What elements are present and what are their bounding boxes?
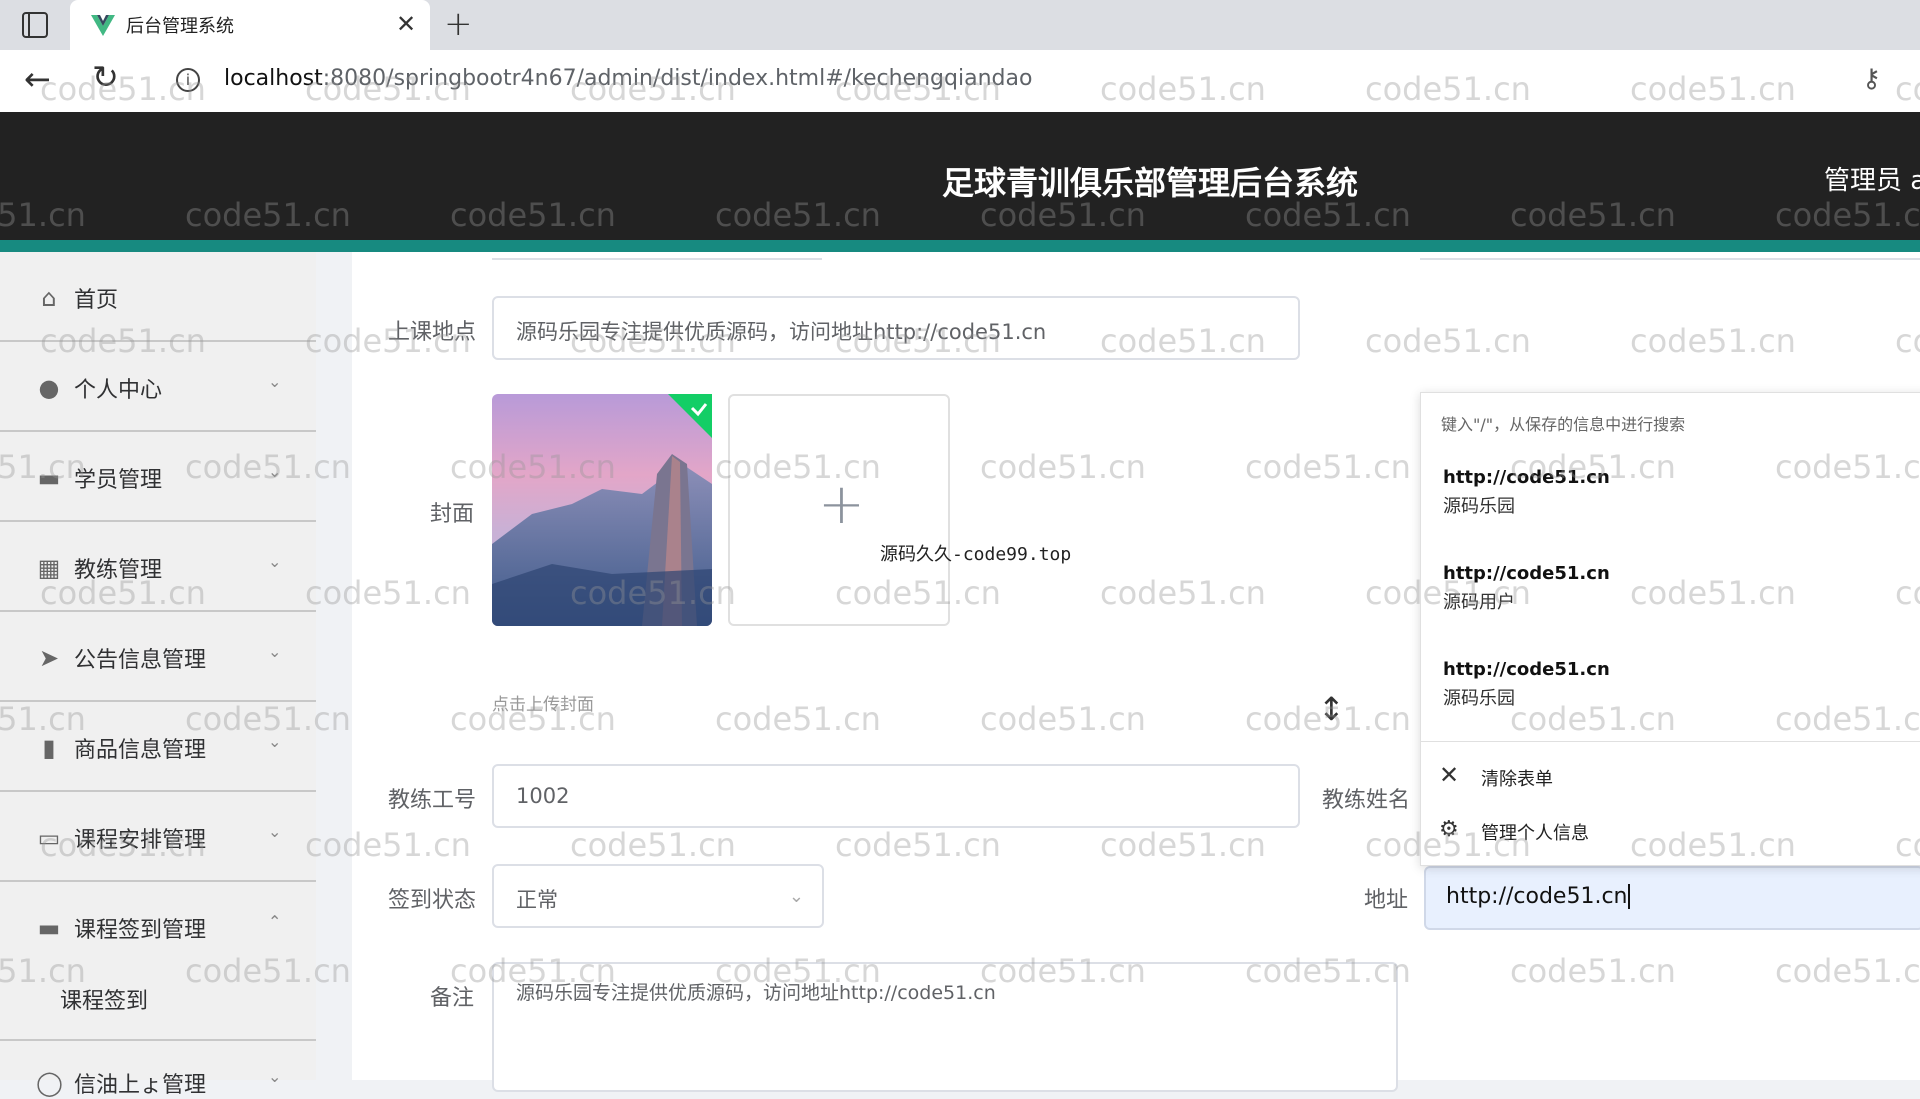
sidebar-item-announcements[interactable]: ➤ 公告信息管理 ⌄ xyxy=(0,612,316,702)
submenu-label: 课程签到 xyxy=(60,989,149,1014)
chevron-down-icon: ⌄ xyxy=(268,372,282,391)
sidebar-item-label: 课程安排管理 xyxy=(74,828,207,853)
sidebar-item-students[interactable]: ▬ 学员管理 ⌄ xyxy=(0,432,316,522)
clear-form-button[interactable]: 清除表单 xyxy=(1481,765,1553,791)
browser-tab[interactable]: 后台管理系统 ✕ xyxy=(70,0,430,50)
chevron-down-icon: ⌄ xyxy=(268,642,282,661)
back-icon[interactable]: ← xyxy=(24,60,51,98)
notes-label: 备注 xyxy=(430,986,475,1011)
status-select[interactable]: 正常 ⌄ xyxy=(492,864,824,928)
tab-actions-icon[interactable] xyxy=(22,12,48,38)
close-icon: ✕ xyxy=(1439,761,1460,789)
close-tab-icon[interactable]: ✕ xyxy=(396,10,416,38)
chevron-up-icon: ⌃ xyxy=(268,912,282,931)
url-path: :8080/springbootr4n67/admin/dist/index.h… xyxy=(322,66,1033,91)
chevron-down-icon: ⌄ xyxy=(268,732,282,751)
user-icon: ● xyxy=(38,374,60,402)
submenu-item-checkin[interactable]: 课程签到 xyxy=(0,955,316,1041)
input-edge xyxy=(1420,252,1920,260)
url-host: localhost xyxy=(224,66,323,91)
send-icon: ➤ xyxy=(38,644,60,672)
divider xyxy=(1421,741,1920,742)
chevron-down-icon: ⌄ xyxy=(788,886,804,907)
coach-id-label: 教练工号 xyxy=(388,788,477,813)
vue-favicon-icon xyxy=(91,15,115,36)
autofill-entry[interactable]: http://code51.cn 源码用户 xyxy=(1443,563,1610,614)
text-caret xyxy=(1628,884,1631,909)
plus-icon: + xyxy=(818,472,865,537)
browser-tab-bar: 后台管理系统 ✕ + xyxy=(0,0,1920,50)
sidebar-item-partial[interactable]: ◯ 信油上ょ管理 ⌄ xyxy=(0,1041,316,1098)
admin-user-label[interactable]: 管理员 al xyxy=(1824,160,1920,197)
sidebar-item-label: 首页 xyxy=(74,288,119,313)
sidebar-item-label: 公告信息管理 xyxy=(74,648,207,673)
chevron-down-icon: ⌄ xyxy=(268,462,282,481)
location-label: 上课地点 xyxy=(388,320,477,345)
address-bar: ← ↻ i localhost:8080/springbootr4n67/adm… xyxy=(0,50,1920,113)
autofill-entry-url: http://code51.cn xyxy=(1443,659,1610,680)
key-icon[interactable]: ⚷ xyxy=(1862,64,1881,94)
sidebar-item-label: 学员管理 xyxy=(74,468,163,493)
sidebar: ⌂ 首页 ● 个人中心 ⌄ ▬ 学员管理 ⌄ ▦ 教练管理 ⌄ ➤ 公告信息管理… xyxy=(0,252,316,1098)
autofill-hint: 键入"/"，从保存的信息中进行搜索 xyxy=(1441,415,1686,434)
sidebar-item-home[interactable]: ⌂ 首页 xyxy=(0,252,316,342)
autofill-entry[interactable]: http://code51.cn 源码乐园 xyxy=(1443,659,1610,710)
site-info-icon[interactable]: i xyxy=(176,68,200,92)
address-input[interactable]: http://code51.cn xyxy=(1424,866,1920,930)
bar-chart-icon: ▮ xyxy=(42,734,56,762)
sidebar-item-label: 商品信息管理 xyxy=(74,738,207,763)
chat-icon: ▬ xyxy=(37,464,61,492)
manage-profile-icon: ⚙ xyxy=(1439,817,1459,842)
sidebar-item-personal-center[interactable]: ● 个人中心 ⌄ xyxy=(0,342,316,432)
sidebar-item-label: 个人中心 xyxy=(74,378,163,403)
upload-button[interactable]: + xyxy=(728,394,950,626)
resize-cursor-icon: ↕ xyxy=(1318,690,1345,728)
url-field[interactable]: localhost:8080/springbootr4n67/admin/dis… xyxy=(224,66,1032,91)
reload-icon[interactable]: ↻ xyxy=(92,58,119,96)
new-tab-icon[interactable]: + xyxy=(444,4,473,44)
autofill-dropdown: 键入"/"，从保存的信息中进行搜索 http://code51.cn 源码乐园 … xyxy=(1420,392,1920,866)
sidebar-item-label: 教练管理 xyxy=(74,558,163,583)
location-input[interactable]: 源码乐园专注提供优质源码，访问地址http://code51.cn xyxy=(492,296,1300,360)
tab-title: 后台管理系统 xyxy=(126,16,234,37)
autofill-entry-url: http://code51.cn xyxy=(1443,467,1610,488)
chevron-down-icon: ⌄ xyxy=(268,552,282,571)
sidebar-item-products[interactable]: ▮ 商品信息管理 ⌄ xyxy=(0,702,316,792)
autofill-entry-url: http://code51.cn xyxy=(1443,563,1610,584)
overlay-text: 源码久久-code99.top xyxy=(880,544,1072,565)
input-edge xyxy=(492,252,822,260)
circle-icon: ◯ xyxy=(36,1069,63,1097)
manage-personal-info-button[interactable]: 管理个人信息 xyxy=(1481,819,1589,845)
status-value: 正常 xyxy=(516,888,558,912)
coach-name-label: 教练姓名 xyxy=(1322,788,1411,813)
notes-textarea[interactable]: 源码乐园专注提供优质源码，访问地址http://code51.cn xyxy=(492,962,1398,1092)
status-label: 签到状态 xyxy=(388,888,477,913)
sidebar-item-course-schedule[interactable]: ▭ 课程安排管理 ⌄ xyxy=(0,792,316,882)
coach-id-input[interactable]: 1002 xyxy=(492,764,1300,828)
autofill-entry-name: 源码用户 xyxy=(1443,592,1515,613)
ticket-icon: ▬ xyxy=(37,914,61,942)
sidebar-item-label: 信油上ょ管理 xyxy=(74,1073,207,1098)
autofill-entry-name: 源码乐园 xyxy=(1443,496,1515,517)
sidebar-item-coaches[interactable]: ▦ 教练管理 ⌄ xyxy=(0,522,316,612)
upload-success-icon xyxy=(668,394,712,438)
app-title: 足球青训俱乐部管理后台系统 xyxy=(941,164,1358,202)
app-header: 足球青训俱乐部管理后台系统 管理员 al xyxy=(0,112,1920,240)
upload-hint: 点击上传封面 xyxy=(492,695,594,715)
monitor-icon: ▭ xyxy=(37,824,61,852)
grid-icon: ▦ xyxy=(37,554,61,582)
address-label: 地址 xyxy=(1364,888,1409,913)
address-value: http://code51.cn xyxy=(1446,884,1628,909)
home-icon: ⌂ xyxy=(41,284,57,312)
sidebar-item-label: 课程签到管理 xyxy=(74,918,207,943)
header-accent-bar xyxy=(0,240,1920,252)
chevron-down-icon: ⌄ xyxy=(268,1067,282,1086)
autofill-entry-name: 源码乐园 xyxy=(1443,688,1515,709)
cover-label: 封面 xyxy=(430,502,475,527)
chevron-down-icon: ⌄ xyxy=(268,822,282,841)
autofill-entry[interactable]: http://code51.cn 源码乐园 xyxy=(1443,467,1610,518)
